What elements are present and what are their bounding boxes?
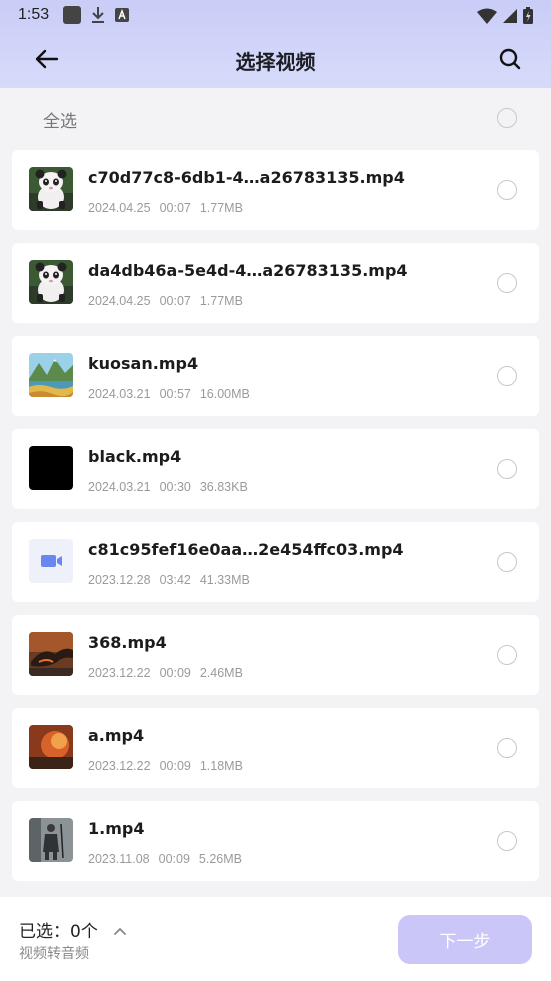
status-time: 1:53 <box>18 6 50 23</box>
select-radio[interactable] <box>497 180 517 200</box>
video-duration: 00:30 <box>159 480 191 494</box>
black-thumbnail <box>29 446 73 490</box>
video-duration: 00:07 <box>159 201 191 215</box>
video-item[interactable]: kuosan.mp4 2024.03.21 00:57 16.00MB <box>12 336 539 416</box>
video-name: kuosan.mp4 <box>88 354 199 373</box>
search-button[interactable] <box>495 44 525 74</box>
video-list: c70d77c8-6db1-4…a26783135.mp4 2024.04.25… <box>12 150 539 894</box>
video-meta: 2023.12.22 00:09 2.46MB <box>88 666 252 680</box>
cellular-signal-icon <box>503 8 517 23</box>
video-name: c81c95fef16e0aa…2e454ffc03.mp4 <box>88 540 404 559</box>
video-duration: 00:09 <box>159 666 191 680</box>
video-size: 1.18MB <box>199 759 243 773</box>
video-name: black.mp4 <box>88 447 182 466</box>
video-duration: 00:09 <box>159 759 191 773</box>
video-size: 16.00MB <box>199 387 250 401</box>
video-date: 2023.12.22 <box>88 759 151 773</box>
video-item[interactable]: black.mp4 2024.03.21 00:30 36.83KB <box>12 429 539 509</box>
panda-icon <box>29 167 73 211</box>
app-notification-icon <box>63 6 81 24</box>
select-all-radio[interactable] <box>497 108 517 128</box>
video-name: da4db46a-5e4d-4…a26783135.mp4 <box>88 261 408 280</box>
video-meta: 2024.03.21 00:30 36.83KB <box>88 480 257 494</box>
video-item[interactable]: a.mp4 2023.12.22 00:09 1.18MB <box>12 708 539 788</box>
app-header: 选择视频 <box>0 32 551 88</box>
video-duration: 00:57 <box>159 387 191 401</box>
search-icon <box>499 48 521 70</box>
select-radio[interactable] <box>497 459 517 479</box>
video-duration: 03:42 <box>159 573 191 587</box>
video-name: 1.mp4 <box>88 819 145 838</box>
video-size: 1.77MB <box>199 201 243 215</box>
video-duration: 00:07 <box>159 294 191 308</box>
video-item[interactable]: da4db46a-5e4d-4…a26783135.mp4 2024.04.25… <box>12 243 539 323</box>
video-name: c70d77c8-6db1-4…a26783135.mp4 <box>88 168 405 187</box>
video-name: 368.mp4 <box>88 633 167 652</box>
video-size: 1.77MB <box>199 294 243 308</box>
video-size: 41.33MB <box>199 573 250 587</box>
video-date: 2024.03.21 <box>88 480 151 494</box>
page-title: 选择视频 <box>235 50 316 74</box>
video-date: 2024.04.25 <box>88 201 151 215</box>
video-size: 36.83KB <box>199 480 248 494</box>
video-size: 5.26MB <box>198 852 243 866</box>
warrior-thumbnail <box>29 818 73 862</box>
video-size: 2.46MB <box>199 666 243 680</box>
wifi-icon <box>477 8 497 24</box>
status-bar: 1:53 <box>0 0 551 30</box>
select-radio[interactable] <box>497 366 517 386</box>
video-meta: 2023.12.22 00:09 1.18MB <box>88 759 252 773</box>
video-date: 2023.12.22 <box>88 666 151 680</box>
explosion-thumbnail <box>29 725 73 769</box>
select-radio[interactable] <box>497 645 517 665</box>
video-meta: 2024.04.25 00:07 1.77MB <box>88 201 252 215</box>
video-item[interactable]: 368.mp4 2023.12.22 00:09 2.46MB <box>12 615 539 695</box>
chevron-up-icon[interactable] <box>113 921 127 940</box>
next-step-button[interactable]: 下一步 <box>398 915 532 964</box>
panda-icon <box>29 260 73 304</box>
video-date: 2024.04.25 <box>88 294 151 308</box>
video-meta: 2023.11.08 00:09 5.26MB <box>88 852 251 866</box>
video-date: 2023.12.28 <box>88 573 151 587</box>
video-meta: 2024.04.25 00:07 1.77MB <box>88 294 252 308</box>
download-icon <box>92 7 104 23</box>
video-duration: 00:09 <box>158 852 190 866</box>
dragon-thumbnail <box>29 632 73 676</box>
video-item[interactable]: c81c95fef16e0aa…2e454ffc03.mp4 2023.12.2… <box>12 522 539 602</box>
landscape-thumbnail <box>29 353 73 397</box>
select-all-label: 全选 <box>43 112 77 132</box>
select-radio[interactable] <box>497 552 517 572</box>
select-all-row[interactable]: 全选 <box>0 96 551 140</box>
select-radio[interactable] <box>497 273 517 293</box>
select-radio[interactable] <box>497 831 517 851</box>
selected-count: 已选：0个 <box>19 922 98 942</box>
battery-icon <box>523 7 533 24</box>
a-notification-icon <box>115 8 129 22</box>
video-meta: 2024.03.21 00:57 16.00MB <box>88 387 259 401</box>
video-item[interactable]: c70d77c8-6db1-4…a26783135.mp4 2024.04.25… <box>12 150 539 230</box>
video-name: a.mp4 <box>88 726 145 745</box>
video-date: 2023.11.08 <box>88 852 150 866</box>
mode-subtitle: 视频转音频 <box>19 946 89 962</box>
video-date: 2024.03.21 <box>88 387 151 401</box>
bottom-bar: 已选：0个 视频转音频 下一步 <box>0 897 551 981</box>
video-meta: 2023.12.28 03:42 41.33MB <box>88 573 259 587</box>
select-radio[interactable] <box>497 738 517 758</box>
video-camera-icon <box>29 539 73 583</box>
video-item[interactable]: 1.mp4 2023.11.08 00:09 5.26MB <box>12 801 539 881</box>
